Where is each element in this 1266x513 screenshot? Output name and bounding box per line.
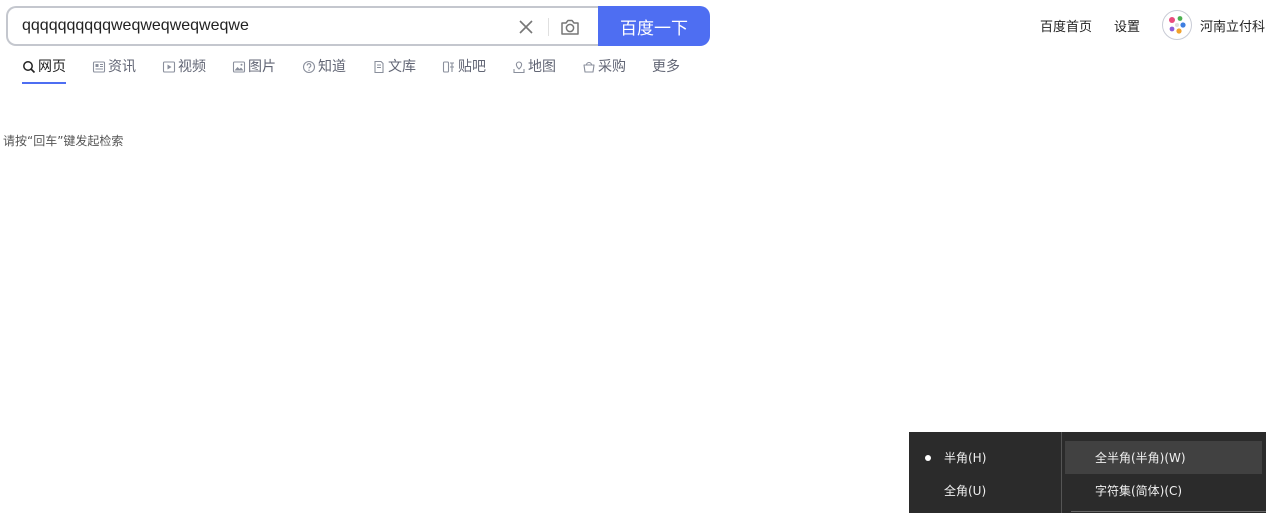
search-hint: 请按“回车”键发起检索 — [3, 134, 124, 148]
search-icon — [23, 61, 36, 74]
tab-purchase[interactable]: 采购 — [582, 56, 626, 84]
tab-label: 地图 — [528, 59, 556, 75]
map-icon — [513, 61, 525, 74]
ime-item-toggle-width[interactable]: 全半角(半角)(W) — [1065, 441, 1262, 474]
avatar-image — [1164, 12, 1191, 38]
document-icon — [374, 60, 384, 74]
search-divider — [548, 18, 549, 36]
tab-more[interactable]: 更多 — [652, 56, 680, 84]
question-icon — [302, 60, 316, 74]
tab-label: 图片 — [248, 59, 276, 75]
selected-bullet-icon — [925, 455, 931, 461]
tab-video[interactable]: 视频 — [162, 56, 206, 84]
basket-icon — [583, 61, 595, 73]
tab-label: 知道 — [318, 59, 346, 75]
search-box — [6, 6, 600, 46]
ime-bottom-border — [1071, 511, 1266, 512]
clear-icon[interactable] — [516, 17, 536, 37]
tab-label: 视频 — [178, 59, 206, 75]
search-tabs: 网页 资讯 视频 图片 知道 文库 贴吧 地图 采购 更多 — [22, 56, 706, 86]
tab-wenku[interactable]: 文库 — [372, 56, 416, 84]
search-bar: 百度一下 — [6, 6, 710, 46]
top-right-nav: 百度首页 设置 河南立付科 — [1040, 8, 1265, 42]
news-icon — [92, 61, 106, 73]
tab-label: 贴吧 — [458, 59, 486, 75]
ime-submenu: 全半角(半角)(W) 字符集(简体)(C) — [1062, 432, 1266, 513]
username[interactable]: 河南立付科 — [1200, 16, 1265, 35]
tab-label: 网页 — [38, 59, 66, 75]
ime-item-label: 全半角(半角)(W) — [1095, 451, 1186, 465]
ime-item-label: 全角(U) — [944, 484, 987, 498]
avatar[interactable] — [1162, 10, 1193, 40]
tab-images[interactable]: 图片 — [232, 56, 276, 84]
tab-label: 资讯 — [108, 59, 136, 75]
search-input[interactable] — [22, 8, 502, 44]
tab-tieba[interactable]: 贴吧 — [442, 56, 486, 84]
ime-context-menu: 半角(H) 全角(U) 全半角(半角)(W) 字符集(简体)(C) — [909, 432, 1266, 513]
tab-label: 更多 — [652, 59, 680, 75]
home-link[interactable]: 百度首页 — [1040, 16, 1092, 35]
settings-link[interactable]: 设置 — [1114, 16, 1140, 35]
ime-item-fullwidth[interactable]: 全角(U) — [909, 474, 1061, 507]
video-icon — [162, 61, 176, 73]
tab-zhidao[interactable]: 知道 — [302, 56, 346, 84]
tab-map[interactable]: 地图 — [512, 56, 556, 84]
ime-width-options: 半角(H) 全角(U) — [909, 432, 1061, 513]
tab-label: 文库 — [388, 59, 416, 75]
ime-item-halfwidth[interactable]: 半角(H) — [909, 441, 1061, 474]
camera-icon[interactable] — [559, 16, 581, 38]
tab-news[interactable]: 资讯 — [92, 56, 136, 84]
ime-item-charset[interactable]: 字符集(简体)(C) — [1065, 474, 1262, 507]
tab-web[interactable]: 网页 — [22, 56, 66, 84]
tab-label: 采购 — [598, 59, 626, 75]
ime-item-label: 半角(H) — [944, 451, 987, 465]
search-button[interactable]: 百度一下 — [598, 6, 710, 46]
tieba-icon — [442, 61, 454, 73]
ime-item-label: 字符集(简体)(C) — [1095, 484, 1183, 498]
image-icon — [232, 61, 246, 73]
